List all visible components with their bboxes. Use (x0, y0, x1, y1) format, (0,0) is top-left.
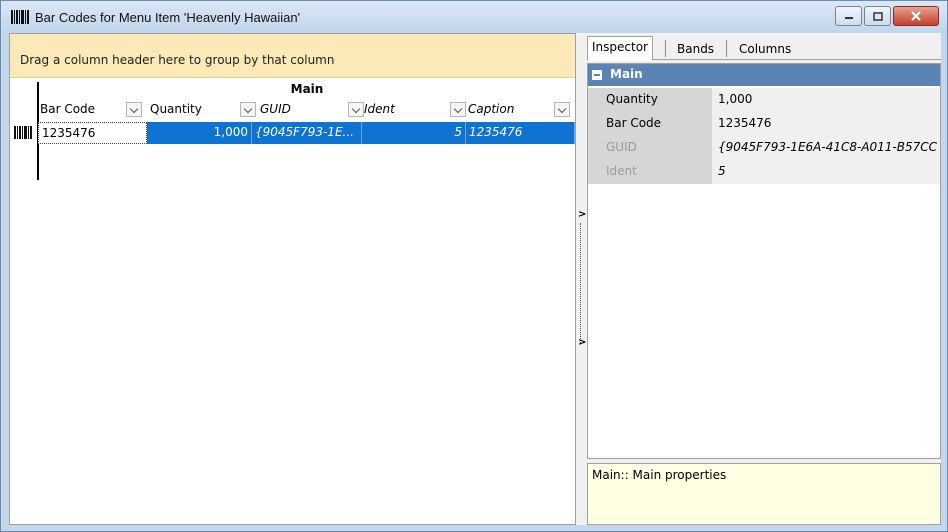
band-header-main[interactable]: Main (38, 82, 576, 98)
column-label: GUID (260, 102, 291, 116)
property-name: Quantity (588, 88, 712, 112)
tab-strip: Inspector Bands Columns (587, 36, 941, 61)
tab-separator (665, 40, 666, 57)
maximize-icon (872, 11, 883, 21)
property-value: {9045F793-1E6A-41C8-A011-B57CC (718, 140, 938, 154)
chevron-down-icon[interactable] (450, 102, 466, 117)
chevron-down-icon[interactable] (240, 102, 256, 117)
inspector-panel: Inspector Bands Columns Main Quantity 1,… (587, 33, 941, 525)
column-header-bar-code[interactable]: Bar Code (38, 98, 148, 120)
window: Bar Codes for Menu Item 'Heavenly Hawaii… (0, 0, 948, 532)
cell-quantity[interactable]: 1,000 (147, 122, 252, 144)
property-name: GUID (588, 136, 712, 160)
column-header-ident[interactable]: Ident (362, 98, 466, 120)
column-label: Ident (364, 102, 395, 116)
cell-guid[interactable]: {9045F793-1E... (252, 122, 362, 144)
barcode-grid[interactable]: Drag a column header here to group by th… (9, 33, 576, 525)
description-text: Main:: Main properties (592, 468, 727, 482)
column-label: Bar Code (40, 102, 96, 116)
window-controls (835, 6, 939, 27)
column-header-quantity[interactable]: Quantity (148, 98, 258, 120)
close-button[interactable] (893, 6, 939, 26)
property-value[interactable]: 1,000 (718, 92, 940, 106)
barcode-icon (14, 126, 32, 139)
chevron-down-icon[interactable] (126, 102, 142, 117)
property-description: Main:: Main properties (587, 463, 941, 525)
column-header-guid[interactable]: GUID (258, 98, 364, 120)
barcode-icon (11, 10, 29, 24)
cell-caption[interactable]: 1235476 (466, 122, 575, 144)
client-area: Drag a column header here to group by th… (9, 33, 941, 525)
cell-ident[interactable]: 5 (362, 122, 466, 144)
chevron-right-icon[interactable]: > (578, 337, 586, 348)
category-main[interactable]: Main (588, 64, 940, 86)
property-row-ident[interactable]: Ident 5 (588, 160, 940, 184)
property-row-quantity[interactable]: Quantity 1,000 (588, 88, 940, 112)
column-label: Caption (468, 102, 515, 116)
tab-separator (726, 40, 727, 57)
splitter-grip (580, 223, 582, 343)
property-name: Bar Code (588, 112, 712, 136)
table-row[interactable]: 1235476 1,000 {9045F793-1E... 5 1235476 (10, 122, 575, 144)
tab-columns[interactable]: Columns (735, 39, 795, 60)
group-hint: Drag a column header here to group by th… (20, 53, 335, 67)
property-value: 5 (718, 164, 726, 178)
column-headers: Bar Code Quantity GUID Ident Caption (38, 98, 576, 120)
property-value[interactable]: 1235476 (718, 116, 940, 130)
property-grid[interactable]: Main Quantity 1,000 Bar Code 1235476 GUI… (587, 63, 941, 459)
minimize-icon (844, 17, 853, 19)
column-header-caption[interactable]: Caption (466, 98, 576, 120)
chevron-right-icon[interactable]: > (578, 209, 586, 220)
tab-bands[interactable]: Bands (673, 39, 718, 60)
group-by-area[interactable]: Drag a column header here to group by th… (10, 34, 575, 78)
property-name: Ident (588, 160, 712, 184)
cell-bar-code[interactable]: 1235476 (38, 122, 147, 144)
panel-splitter[interactable]: > > (576, 33, 587, 525)
column-label: Quantity (150, 102, 202, 116)
minimize-button[interactable] (835, 6, 862, 26)
collapse-icon[interactable] (592, 70, 602, 80)
window-title: Bar Codes for Menu Item 'Heavenly Hawaii… (35, 10, 301, 25)
close-icon (911, 11, 921, 21)
category-label: Main (610, 67, 643, 81)
chevron-down-icon[interactable] (554, 102, 570, 117)
maximize-button[interactable] (864, 6, 891, 26)
title-bar[interactable]: Bar Codes for Menu Item 'Heavenly Hawaii… (1, 1, 947, 33)
tab-inspector[interactable]: Inspector (587, 36, 653, 61)
property-row-guid[interactable]: GUID {9045F793-1E6A-41C8-A011-B57CC (588, 136, 940, 160)
property-row-bar-code[interactable]: Bar Code 1235476 (588, 112, 940, 136)
